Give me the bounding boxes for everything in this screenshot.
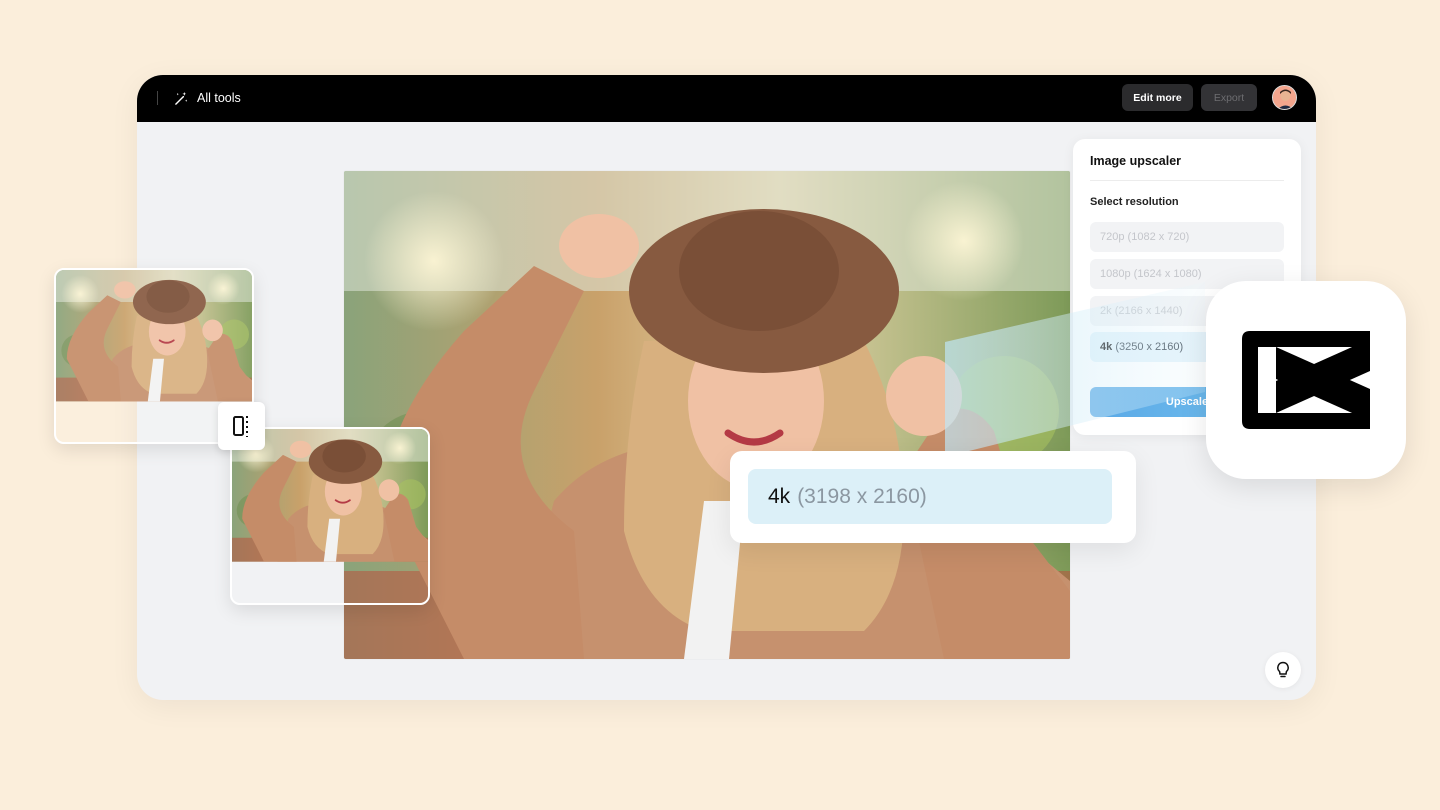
lightbulb-icon [1277,661,1289,678]
magic-wand-icon [175,91,188,105]
callout-label: 4k [768,484,791,508]
option-label: 1080p [1100,268,1131,280]
top-bar: All tools Edit more Export [137,75,1316,122]
toolbar-divider [157,91,158,105]
compare-handle[interactable] [218,402,265,450]
all-tools-label: All tools [197,91,241,105]
panel-subtitle: Select resolution [1090,196,1179,208]
avatar-image [1273,86,1296,109]
main-photo [344,171,1070,659]
option-label: 720p [1100,231,1125,243]
callout-dims: (3198 x 2160) [797,484,927,508]
option-label: 2k [1100,305,1112,317]
option-dims: (2166 x 1440) [1114,305,1183,317]
resolution-callout: 4k (3198 x 2160) [730,451,1136,543]
option-label: 4k [1100,341,1113,353]
panel-divider [1090,180,1284,181]
tips-button[interactable] [1265,652,1301,688]
capcut-logo-icon [1242,331,1370,429]
option-dims: (3250 x 2160) [1115,341,1184,353]
compare-split-icon [232,416,248,437]
resolution-option-720p[interactable]: 720p (1082 x 720) [1090,222,1284,252]
panel-title: Image upscaler [1090,154,1182,168]
callout-selected-resolution: 4k (3198 x 2160) [748,469,1112,524]
after-thumbnail [230,427,430,605]
all-tools-button[interactable]: All tools [174,87,241,109]
capcut-logo [1206,281,1406,479]
option-dims: (1082 x 720) [1127,231,1190,243]
app-window: All tools Edit more Export Image upscale… [137,75,1316,700]
option-dims: (1624 x 1080) [1133,268,1202,280]
export-button[interactable]: Export [1201,84,1257,111]
avatar[interactable] [1272,85,1297,110]
edit-more-button[interactable]: Edit more [1122,84,1193,111]
